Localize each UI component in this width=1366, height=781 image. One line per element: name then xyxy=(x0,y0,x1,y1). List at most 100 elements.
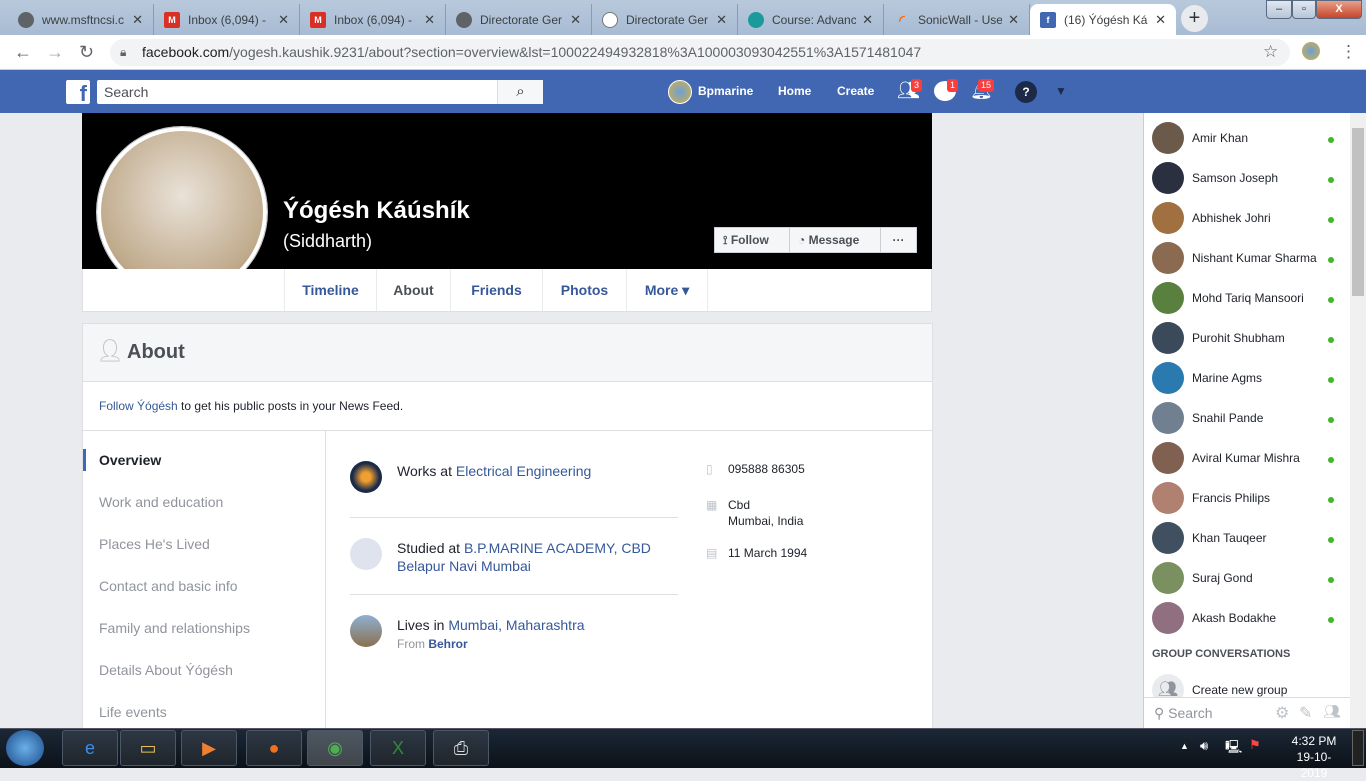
hometown-link[interactable]: Behror xyxy=(428,637,467,651)
facebook-logo-icon[interactable]: f xyxy=(66,80,90,104)
chat-friend[interactable]: Akash Bodakhe xyxy=(1152,602,1342,634)
forward-icon[interactable]: → xyxy=(46,42,64,63)
about-nav-overview[interactable]: Overview xyxy=(99,452,161,468)
online-status-icon xyxy=(1328,217,1334,223)
back-icon[interactable]: ← xyxy=(14,42,32,63)
browser-tab[interactable]: Course: Advanc ✕ xyxy=(738,4,884,35)
about-nav-work[interactable]: Work and education xyxy=(99,494,223,510)
help-icon[interactable]: ? xyxy=(1015,81,1037,103)
home-link[interactable]: Home xyxy=(778,84,811,98)
close-tab-icon[interactable]: ✕ xyxy=(570,12,581,28)
menu-icon[interactable]: ⋮ xyxy=(1340,42,1357,62)
chat-friend[interactable]: Abhishek Johri xyxy=(1152,202,1342,234)
about-nav-family[interactable]: Family and relationships xyxy=(99,620,250,636)
follow-button[interactable]: ⟟ Follow xyxy=(714,227,790,253)
compose-icon[interactable]: ✎ xyxy=(1299,703,1312,723)
tab-more[interactable]: More ▾ xyxy=(626,269,708,311)
facebook-search-input[interactable]: Search xyxy=(97,80,543,104)
browser-tab[interactable]: M Inbox (6,094) - ✕ xyxy=(154,4,300,35)
about-nav-places[interactable]: Places He's Lived xyxy=(99,536,210,552)
close-tab-icon[interactable]: ✕ xyxy=(1008,12,1019,28)
start-button[interactable] xyxy=(6,730,44,766)
close-tab-icon[interactable]: ✕ xyxy=(716,12,727,28)
about-title: About xyxy=(127,341,185,363)
online-status-icon xyxy=(1328,577,1334,583)
create-link[interactable]: Create xyxy=(837,84,874,98)
about-nav-details[interactable]: Details About Ýógésh xyxy=(99,662,233,678)
chat-friend[interactable]: Nishant Kumar Sharma xyxy=(1152,242,1342,274)
browser-tab[interactable]: ◜ SonicWall - Use ✕ xyxy=(884,4,1030,35)
profile-name[interactable]: Ýógésh Káúshík xyxy=(283,197,470,225)
action-center-flag-icon[interactable]: ⚑ xyxy=(1249,737,1261,753)
gmail-icon: M xyxy=(164,11,180,28)
close-tab-icon[interactable]: ✕ xyxy=(424,12,435,28)
tab-timeline[interactable]: Timeline xyxy=(284,269,376,311)
printer-icon[interactable]: ⎙ xyxy=(433,730,489,766)
chat-friend[interactable]: Samson Joseph xyxy=(1152,162,1342,194)
close-window-button[interactable]: X xyxy=(1316,0,1362,19)
chat-search-input[interactable]: ⚲ Search xyxy=(1144,697,1350,728)
excel-icon[interactable]: X xyxy=(370,730,426,766)
about-nav-contact[interactable]: Contact and basic info xyxy=(99,578,238,594)
url-input[interactable]: facebook.com/yogesh.kaushik.9231/about?s… xyxy=(110,39,1290,66)
more-options-button[interactable]: ··· xyxy=(880,227,917,253)
online-status-icon xyxy=(1328,457,1334,463)
volume-icon[interactable]: 🔊︎ xyxy=(1200,738,1208,754)
tab-friends[interactable]: Friends xyxy=(450,269,542,311)
show-desktop-button[interactable] xyxy=(1352,730,1364,766)
taskbar-clock[interactable]: 4:32 PM 19-10-2019 xyxy=(1284,733,1344,781)
message-button[interactable]: ◔ Message xyxy=(789,227,881,253)
school-icon xyxy=(350,538,382,570)
chat-friend[interactable]: Amir Khan xyxy=(1152,122,1342,154)
close-tab-icon[interactable]: ✕ xyxy=(862,12,873,28)
chat-friend[interactable]: Snahil Pande xyxy=(1152,402,1342,434)
birthday-cake-icon: ▤ xyxy=(706,546,718,560)
tab-about[interactable]: About xyxy=(376,269,450,311)
building-icon: ▦ xyxy=(706,498,718,512)
firefox-icon[interactable]: ● xyxy=(246,730,302,766)
search-icon[interactable]: ⌕ xyxy=(497,80,543,104)
network-icon[interactable]: 🖳 xyxy=(1225,738,1242,760)
close-tab-icon[interactable]: ✕ xyxy=(132,12,143,28)
friend-requests-badge: 3 xyxy=(911,79,923,92)
chat-friend[interactable]: Purohit Shubham xyxy=(1152,322,1342,354)
page-avatar[interactable] xyxy=(668,80,692,104)
friend-name: Amir Khan xyxy=(1192,131,1249,145)
about-nav-life-events[interactable]: Life events xyxy=(99,704,167,720)
cloud-icon xyxy=(748,11,764,28)
minimize-button[interactable]: – xyxy=(1266,0,1292,19)
scrollbar-thumb[interactable] xyxy=(1352,128,1364,296)
chat-friend[interactable]: Aviral Kumar Mishra xyxy=(1152,442,1342,474)
close-tab-icon[interactable]: ✕ xyxy=(1155,12,1166,28)
tab-photos[interactable]: Photos xyxy=(542,269,626,311)
chrome-icon[interactable]: ◉ xyxy=(307,730,363,766)
maximize-button[interactable]: ▫ xyxy=(1292,0,1316,19)
chat-friend[interactable]: Mohd Tariq Mansoori xyxy=(1152,282,1342,314)
settings-gear-icon[interactable]: ⚙ xyxy=(1275,703,1289,723)
work-link[interactable]: Electrical Engineering xyxy=(456,463,591,479)
browser-tab[interactable]: www.msftncsi.c ✕ xyxy=(8,4,154,35)
file-explorer-icon[interactable]: ▭ xyxy=(120,730,176,766)
star-icon[interactable]: ☆ xyxy=(1263,42,1278,62)
page-link[interactable]: Bpmarine xyxy=(698,84,753,98)
new-tab-button[interactable]: + xyxy=(1181,5,1208,32)
browser-tab-active[interactable]: f (16) Ýógésh Ká ✕ xyxy=(1030,4,1176,35)
extension-icon[interactable] xyxy=(1302,42,1320,60)
chat-friend[interactable]: Marine Agms xyxy=(1152,362,1342,394)
show-hidden-icons[interactable]: ▲ xyxy=(1180,741,1189,751)
chat-friend[interactable]: Francis Philips xyxy=(1152,482,1342,514)
browser-tab[interactable]: Directorate Ger ✕ xyxy=(592,4,738,35)
lock-icon[interactable]: 🔒︎ xyxy=(120,45,126,60)
reload-icon[interactable]: ↻ xyxy=(79,42,94,63)
media-player-icon[interactable]: ▶ xyxy=(181,730,237,766)
account-menu-chevron-icon[interactable]: ▼ xyxy=(1055,84,1067,98)
follow-link[interactable]: Follow Ýógésh xyxy=(99,399,178,413)
chat-friend[interactable]: Suraj Gond xyxy=(1152,562,1342,594)
browser-tab[interactable]: Directorate Ger ✕ xyxy=(446,4,592,35)
browser-tab[interactable]: M Inbox (6,094) - ✕ xyxy=(300,4,446,35)
close-tab-icon[interactable]: ✕ xyxy=(278,12,289,28)
internet-explorer-icon[interactable]: e xyxy=(62,730,118,766)
city-link[interactable]: Mumbai, Maharashtra xyxy=(448,617,584,633)
new-group-icon[interactable]: 👥︎ xyxy=(1323,703,1341,720)
chat-friend[interactable]: Khan Tauqeer xyxy=(1152,522,1342,554)
